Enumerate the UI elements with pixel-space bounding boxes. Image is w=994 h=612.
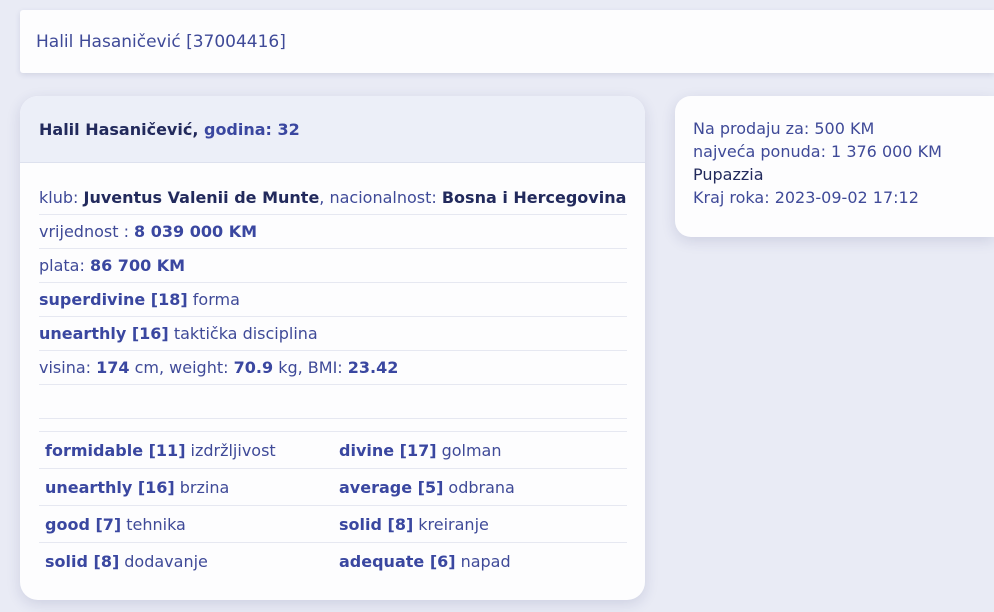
skill-name: odbrana bbox=[448, 477, 515, 497]
form-row: superdivine [18] forma bbox=[39, 283, 627, 317]
skill-name: dodavanje bbox=[124, 552, 208, 571]
skill-row: good [7] tehnika solid [8] kreiranje bbox=[39, 506, 627, 543]
club-value: Juventus Valenii de Munte bbox=[83, 188, 320, 207]
value-row: vrijednost : 8 039 000 KM bbox=[39, 215, 627, 249]
divider bbox=[39, 385, 627, 419]
skill-level: unearthly [16] bbox=[45, 477, 175, 497]
skill-item: formidable [11] izdržljivost bbox=[39, 432, 333, 468]
skill-item: adequate [6] napad bbox=[333, 543, 627, 580]
skill-item: good [7] tehnika bbox=[39, 506, 333, 542]
sale-deadline: Kraj roka: 2023-09-02 17:12 bbox=[693, 188, 919, 207]
physique-row: visina: 174 cm, weight: 70.9 kg, BMI: 23… bbox=[39, 351, 627, 385]
skill-level: good [7] bbox=[45, 514, 122, 534]
salary-amount: 86 700 KM bbox=[89, 256, 186, 275]
player-age: 32 bbox=[277, 119, 300, 139]
skill-item: divine [17] golman bbox=[333, 432, 627, 468]
skill-level: solid [8] bbox=[45, 552, 120, 571]
sale-info-panel: Na prodaju za: 500 KM najveća ponuda: 1 … bbox=[675, 96, 994, 237]
page-title: Halil Hasaničević [37004416] bbox=[36, 31, 286, 52]
skill-item: average [5] odbrana bbox=[333, 469, 627, 505]
salary-label: plata: bbox=[39, 256, 85, 275]
skill-name: napad bbox=[460, 552, 511, 571]
skill-name: brzina bbox=[179, 477, 230, 497]
skill-item: unearthly [16] brzina bbox=[39, 469, 333, 505]
skill-row: unearthly [16] brzina average [5] odbrana bbox=[39, 469, 627, 506]
weight-unit: kg, BMI: bbox=[278, 358, 343, 377]
discipline-label: taktička disciplina bbox=[173, 324, 318, 343]
skill-item: solid [8] dodavanje bbox=[39, 543, 333, 580]
skill-level: divine [17] bbox=[339, 440, 437, 460]
club-label: klub: bbox=[39, 188, 79, 207]
height-unit: cm, weight: bbox=[134, 358, 229, 377]
weight-value: 70.9 bbox=[233, 358, 274, 377]
discipline-level: unearthly [16] bbox=[39, 324, 169, 343]
name-separator: , bbox=[192, 119, 204, 139]
form-label: forma bbox=[192, 290, 240, 309]
club-row: klub: Juventus Valenii de Munte, naciona… bbox=[39, 181, 627, 215]
skill-name: golman bbox=[441, 440, 502, 460]
page-header: Halil Hasaničević [37004416] bbox=[20, 10, 994, 73]
form-level: superdivine [18] bbox=[39, 290, 188, 309]
player-card: Halil Hasaničević, godina: 32 klub: Juve… bbox=[20, 96, 645, 600]
skill-row: formidable [11] izdržljivost divine [17] g… bbox=[39, 432, 627, 469]
player-details: klub: Juventus Valenii de Munte, naciona… bbox=[20, 163, 645, 580]
nationality-label: nacionalnost: bbox=[329, 188, 437, 207]
skill-level: adequate [6] bbox=[339, 552, 456, 571]
bidder-name[interactable]: Pupazzia bbox=[693, 163, 994, 186]
skill-item: solid [8] kreiranje bbox=[333, 506, 627, 542]
nationality-value: Bosna i Hercegovina bbox=[441, 188, 627, 207]
height-label: visina: bbox=[39, 358, 92, 377]
salary-row: plata: 86 700 KM bbox=[39, 249, 627, 283]
player-card-header: Halil Hasaničević, godina: 32 bbox=[20, 96, 645, 163]
skill-name: tehnika bbox=[126, 514, 186, 534]
skills-table: formidable [11] izdržljivost divine [17] g… bbox=[39, 431, 627, 580]
sale-price: Na prodaju za: 500 KM bbox=[693, 119, 875, 138]
skill-level: average [5] bbox=[339, 477, 444, 497]
age-label: godina: bbox=[203, 119, 272, 139]
value-label: vrijednost : bbox=[39, 222, 129, 241]
bmi-value: 23.42 bbox=[347, 358, 399, 377]
height-value: 174 bbox=[96, 358, 130, 377]
best-offer: najveća ponuda: 1 376 000 KM bbox=[693, 142, 942, 161]
skill-level: solid [8] bbox=[339, 514, 414, 534]
player-name: Halil Hasaničević bbox=[39, 119, 193, 139]
skill-name: izdržljivost bbox=[190, 440, 276, 460]
skill-row: solid [8] dodavanje adequate [6] napad bbox=[39, 543, 627, 580]
skill-level: formidable [11] bbox=[45, 440, 186, 460]
value-amount: 8 039 000 KM bbox=[134, 222, 258, 241]
skill-name: kreiranje bbox=[418, 514, 489, 534]
discipline-row: unearthly [16] taktička disciplina bbox=[39, 317, 627, 351]
